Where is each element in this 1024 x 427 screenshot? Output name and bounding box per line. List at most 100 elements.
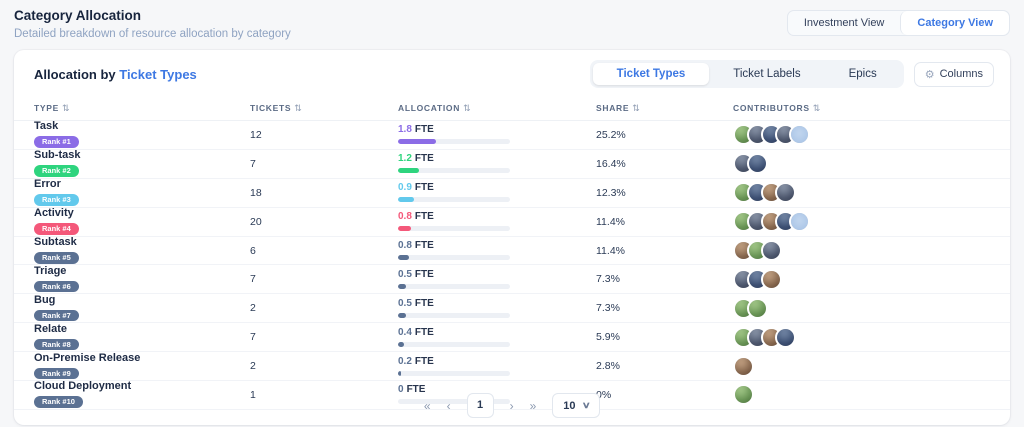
allocation-bar-fill: [398, 284, 406, 289]
allocation-value: 0.8FTE: [398, 212, 596, 222]
contributor-avatar[interactable]: [775, 182, 796, 203]
table-row[interactable]: ErrorRank #3180.9FTE12.3%: [14, 179, 1010, 208]
card-title-prefix: Allocation by: [34, 67, 119, 82]
table-body: TaskRank #1121.8FTE25.2%Sub-taskRank #27…: [14, 121, 1010, 410]
page-prev-button[interactable]: ‹: [447, 400, 451, 412]
tab-ticket-labels[interactable]: Ticket Labels: [709, 63, 824, 85]
allocation-cell: 0.4FTE: [398, 328, 596, 347]
allocation-bar: [398, 342, 510, 347]
share-value: 12.3%: [596, 187, 733, 199]
column-header-tickets[interactable]: Tickets⇅: [250, 103, 398, 114]
page-next-button[interactable]: ›: [510, 400, 514, 412]
allocation-number: 1.8: [398, 124, 412, 135]
tickets-count: 20: [250, 216, 398, 228]
allocation-number: 0.8: [398, 211, 412, 222]
allocation-bar: [398, 284, 510, 289]
avatar-overflow-badge[interactable]: [789, 211, 810, 232]
column-header-share[interactable]: Share⇅: [596, 103, 733, 114]
avatar-image: [761, 240, 782, 261]
column-header-label: Share: [596, 103, 629, 113]
table-row[interactable]: SubtaskRank #560.8FTE11.4%: [14, 237, 1010, 266]
table-row[interactable]: On-Premise ReleaseRank #920.2FTE2.8%: [14, 352, 1010, 381]
tab-epics[interactable]: Epics: [825, 63, 901, 85]
table-row[interactable]: BugRank #720.5FTE7.3%: [14, 294, 1010, 323]
view-toggle-option-0[interactable]: Investment View: [788, 11, 901, 35]
allocation-number: 1.2: [398, 153, 412, 164]
table-row[interactable]: Sub-taskRank #271.2FTE16.4%: [14, 150, 1010, 179]
allocation-number: 0.9: [398, 182, 412, 193]
column-header-type[interactable]: Type⇅: [34, 103, 250, 114]
contributors-cell: [733, 211, 990, 232]
table-row[interactable]: TaskRank #1121.8FTE25.2%: [14, 121, 1010, 150]
table-row[interactable]: RelateRank #870.4FTE5.9%: [14, 323, 1010, 352]
allocation-bar-fill: [398, 139, 436, 144]
page-last-button[interactable]: »: [530, 400, 537, 412]
allocation-value: 0.5FTE: [398, 270, 596, 280]
view-toggle: Investment ViewCategory View: [787, 10, 1010, 36]
avatar-image: [761, 269, 782, 290]
share-value: 7.3%: [596, 273, 733, 285]
tickets-count: 2: [250, 302, 398, 314]
allocation-bar: [398, 371, 510, 376]
allocation-value: 0.5FTE: [398, 299, 596, 309]
contributor-avatar[interactable]: [733, 356, 754, 377]
card-title-link[interactable]: Ticket Types: [119, 67, 197, 82]
contributor-avatar[interactable]: [775, 327, 796, 348]
current-page-button[interactable]: 1: [467, 393, 494, 418]
allocation-cell: 1.8FTE: [398, 125, 596, 144]
allocation-number: 0.5: [398, 269, 412, 280]
share-value: 11.4%: [596, 216, 733, 228]
tickets-count: 6: [250, 245, 398, 257]
columns-button[interactable]: ⚙ Columns: [914, 62, 994, 87]
chevron-down-icon: ∨: [581, 400, 590, 411]
contributors-cell: [733, 298, 990, 319]
allocation-bar: [398, 226, 510, 231]
contributors-cell: [733, 240, 990, 261]
contributors-cell: [733, 153, 990, 174]
table-row[interactable]: ActivityRank #4200.8FTE11.4%: [14, 208, 1010, 237]
allocation-unit: FTE: [415, 124, 434, 135]
contributor-avatar[interactable]: [761, 269, 782, 290]
tickets-count: 2: [250, 360, 398, 372]
column-header-label: Allocation: [398, 103, 460, 113]
allocation-cell: 0.8FTE: [398, 212, 596, 231]
view-toggle-option-1[interactable]: Category View: [900, 11, 1009, 35]
columns-button-label: Columns: [940, 68, 983, 80]
rank-badge: Rank #1: [34, 136, 79, 148]
table-row[interactable]: TriageRank #670.5FTE7.3%: [14, 265, 1010, 294]
page-size-select[interactable]: 10 ∨: [552, 393, 600, 418]
type-cell: RelateRank #8: [34, 324, 250, 351]
page-size-value: 10: [563, 400, 575, 412]
column-header-contributors[interactable]: Contributors⇅: [733, 103, 990, 114]
type-cell: TriageRank #6: [34, 266, 250, 293]
type-cell: ErrorRank #3: [34, 179, 250, 206]
type-name: Bug: [34, 295, 250, 306]
allocation-bar-fill: [398, 226, 411, 231]
tickets-count: 7: [250, 331, 398, 343]
type-cell: BugRank #7: [34, 295, 250, 322]
column-header-allocation[interactable]: Allocation⇅: [398, 103, 596, 114]
allocation-value: 0.2FTE: [398, 357, 596, 367]
avatar-overflow-fill: [789, 211, 810, 232]
contributor-avatar[interactable]: [761, 240, 782, 261]
allocation-bar: [398, 255, 510, 260]
page-first-button[interactable]: «: [424, 400, 431, 412]
allocation-card: Allocation by Ticket Types Ticket TypesT…: [14, 50, 1010, 425]
type-name: Task: [34, 121, 250, 132]
tab-ticket-types[interactable]: Ticket Types: [593, 63, 710, 85]
type-name: Sub-task: [34, 150, 250, 161]
type-cell: On-Premise ReleaseRank #9: [34, 353, 250, 380]
allocation-bar: [398, 168, 510, 173]
contributor-avatar[interactable]: [747, 298, 768, 319]
allocation-bar: [398, 313, 510, 318]
gear-icon: ⚙: [925, 68, 935, 81]
sort-icon: ⇅: [294, 103, 302, 113]
type-cell: SubtaskRank #5: [34, 237, 250, 264]
type-name: Triage: [34, 266, 250, 277]
card-title: Allocation by Ticket Types: [34, 67, 197, 82]
avatar-overflow-badge[interactable]: [789, 124, 810, 145]
allocation-unit: FTE: [415, 356, 434, 367]
contributor-avatar[interactable]: [747, 153, 768, 174]
avatar-image: [747, 153, 768, 174]
allocation-number: 0.4: [398, 327, 412, 338]
